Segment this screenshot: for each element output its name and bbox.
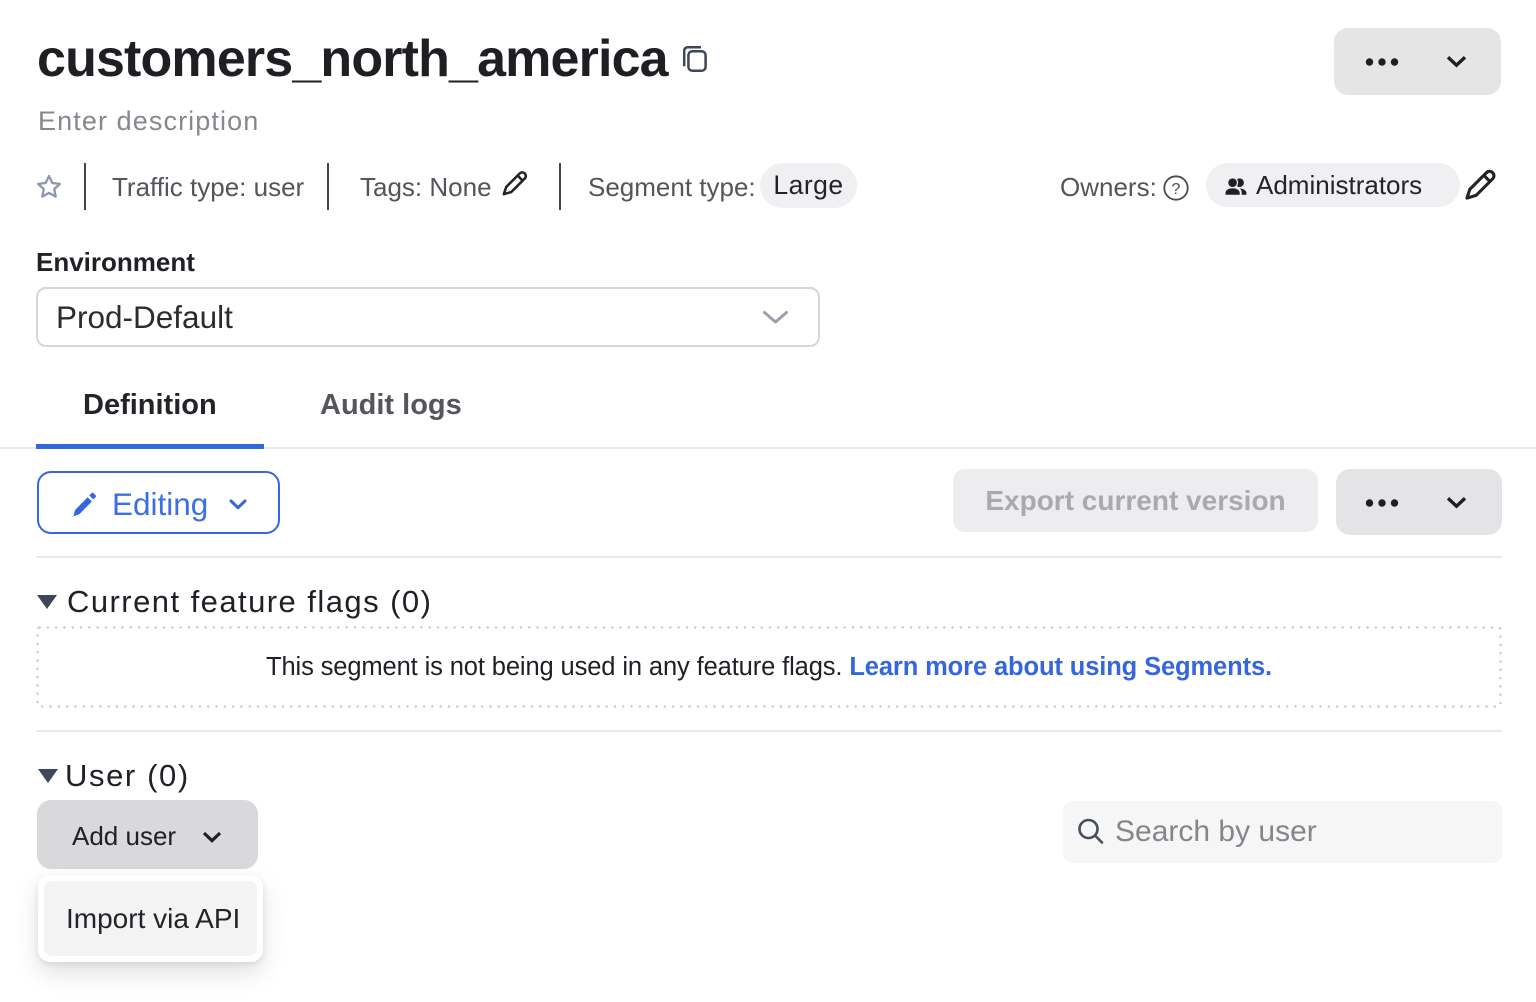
svg-text:?: ? [1172,180,1181,197]
